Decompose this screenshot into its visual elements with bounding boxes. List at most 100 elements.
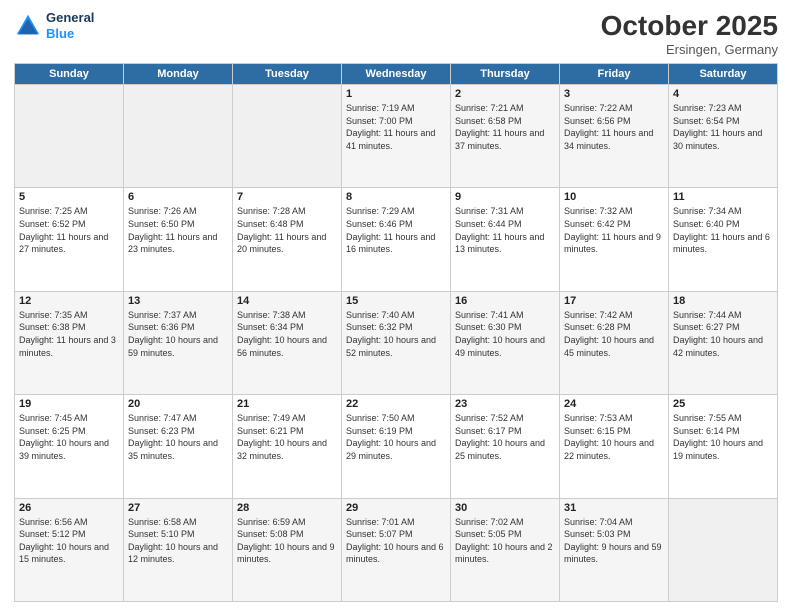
day-number: 20 xyxy=(128,398,228,410)
cell-info: Sunrise: 7:53 AM Sunset: 6:15 PM Dayligh… xyxy=(564,412,664,462)
day-number: 23 xyxy=(455,398,555,410)
day-number: 21 xyxy=(237,398,337,410)
title-block: October 2025 Ersingen, Germany xyxy=(601,10,778,57)
day-number: 31 xyxy=(564,502,664,514)
cell-info: Sunrise: 7:55 AM Sunset: 6:14 PM Dayligh… xyxy=(673,412,773,462)
day-number: 24 xyxy=(564,398,664,410)
calendar-cell: 31 Sunrise: 7:04 AM Sunset: 5:03 PM Dayli… xyxy=(560,498,669,601)
cell-info: Sunrise: 7:40 AM Sunset: 6:32 PM Dayligh… xyxy=(346,309,446,359)
cell-info: Sunrise: 7:37 AM Sunset: 6:36 PM Dayligh… xyxy=(128,309,228,359)
calendar-cell: 28 Sunrise: 6:59 AM Sunset: 5:08 PM Dayli… xyxy=(233,498,342,601)
day-number: 28 xyxy=(237,502,337,514)
calendar-cell xyxy=(15,85,124,188)
week-row-5: 26 Sunrise: 6:56 AM Sunset: 5:12 PM Dayli… xyxy=(15,498,778,601)
location-subtitle: Ersingen, Germany xyxy=(601,42,778,57)
cell-info: Sunrise: 6:58 AM Sunset: 5:10 PM Dayligh… xyxy=(128,516,228,566)
calendar-cell: 17Sunrise: 7:42 AM Sunset: 6:28 PM Dayli… xyxy=(560,291,669,394)
day-number: 6 xyxy=(128,191,228,203)
cell-info: Sunrise: 7:34 AM Sunset: 6:40 PM Dayligh… xyxy=(673,205,773,255)
calendar-table: SundayMondayTuesdayWednesdayThursdayFrid… xyxy=(14,63,778,602)
day-number: 22 xyxy=(346,398,446,410)
weekday-header-friday: Friday xyxy=(560,64,669,85)
day-number: 12 xyxy=(19,295,119,307)
logo-text: General Blue xyxy=(46,10,94,41)
cell-info: Sunrise: 6:56 AM Sunset: 5:12 PM Dayligh… xyxy=(19,516,119,566)
calendar-cell: 22 Sunrise: 7:50 AM Sunset: 6:19 PM Dayli… xyxy=(342,395,451,498)
day-number: 27 xyxy=(128,502,228,514)
week-row-1: 1 Sunrise: 7:19 AM Sunset: 7:00 PM Daylig… xyxy=(15,85,778,188)
calendar-cell: 20 Sunrise: 7:47 AM Sunset: 6:23 PM Dayli… xyxy=(124,395,233,498)
cell-info: Sunrise: 7:29 AM Sunset: 6:46 PM Dayligh… xyxy=(346,205,446,255)
month-title: October 2025 xyxy=(601,10,778,42)
calendar-cell: 16Sunrise: 7:41 AM Sunset: 6:30 PM Dayli… xyxy=(451,291,560,394)
cell-info: Sunrise: 7:41 AM Sunset: 6:30 PM Dayligh… xyxy=(455,309,555,359)
calendar-cell: 3 Sunrise: 7:22 AM Sunset: 6:56 PM Daylig… xyxy=(560,85,669,188)
cell-info: Sunrise: 7:28 AM Sunset: 6:48 PM Dayligh… xyxy=(237,205,337,255)
calendar-cell: 19 Sunrise: 7:45 AM Sunset: 6:25 PM Dayli… xyxy=(15,395,124,498)
calendar-cell xyxy=(669,498,778,601)
weekday-header-sunday: Sunday xyxy=(15,64,124,85)
header: General Blue October 2025 Ersingen, Germ… xyxy=(14,10,778,57)
logo: General Blue xyxy=(14,10,94,41)
calendar-cell: 5 Sunrise: 7:25 AM Sunset: 6:52 PM Daylig… xyxy=(15,188,124,291)
cell-info: Sunrise: 7:52 AM Sunset: 6:17 PM Dayligh… xyxy=(455,412,555,462)
cell-info: Sunrise: 7:01 AM Sunset: 5:07 PM Dayligh… xyxy=(346,516,446,566)
day-number: 11 xyxy=(673,191,773,203)
calendar-cell: 10 Sunrise: 7:32 AM Sunset: 6:42 PM Dayli… xyxy=(560,188,669,291)
calendar-cell: 21Sunrise: 7:49 AM Sunset: 6:21 PM Dayli… xyxy=(233,395,342,498)
weekday-header-thursday: Thursday xyxy=(451,64,560,85)
calendar-cell: 27 Sunrise: 6:58 AM Sunset: 5:10 PM Dayli… xyxy=(124,498,233,601)
day-number: 2 xyxy=(455,88,555,100)
cell-info: Sunrise: 7:04 AM Sunset: 5:03 PM Dayligh… xyxy=(564,516,664,566)
day-number: 13 xyxy=(128,295,228,307)
day-number: 19 xyxy=(19,398,119,410)
cell-info: Sunrise: 7:26 AM Sunset: 6:50 PM Dayligh… xyxy=(128,205,228,255)
weekday-header-monday: Monday xyxy=(124,64,233,85)
day-number: 4 xyxy=(673,88,773,100)
day-number: 7 xyxy=(237,191,337,203)
cell-info: Sunrise: 6:59 AM Sunset: 5:08 PM Dayligh… xyxy=(237,516,337,566)
page: General Blue October 2025 Ersingen, Germ… xyxy=(0,0,792,612)
cell-info: Sunrise: 7:50 AM Sunset: 6:19 PM Dayligh… xyxy=(346,412,446,462)
cell-info: Sunrise: 7:19 AM Sunset: 7:00 PM Dayligh… xyxy=(346,102,446,152)
weekday-header-saturday: Saturday xyxy=(669,64,778,85)
cell-info: Sunrise: 7:42 AM Sunset: 6:28 PM Dayligh… xyxy=(564,309,664,359)
cell-info: Sunrise: 7:22 AM Sunset: 6:56 PM Dayligh… xyxy=(564,102,664,152)
cell-info: Sunrise: 7:21 AM Sunset: 6:58 PM Dayligh… xyxy=(455,102,555,152)
cell-info: Sunrise: 7:25 AM Sunset: 6:52 PM Dayligh… xyxy=(19,205,119,255)
logo-icon xyxy=(14,12,42,40)
weekday-header-tuesday: Tuesday xyxy=(233,64,342,85)
day-number: 29 xyxy=(346,502,446,514)
cell-info: Sunrise: 7:31 AM Sunset: 6:44 PM Dayligh… xyxy=(455,205,555,255)
calendar-cell: 18 Sunrise: 7:44 AM Sunset: 6:27 PM Dayli… xyxy=(669,291,778,394)
calendar-cell: 11 Sunrise: 7:34 AM Sunset: 6:40 PM Dayli… xyxy=(669,188,778,291)
calendar-cell: 6 Sunrise: 7:26 AM Sunset: 6:50 PM Daylig… xyxy=(124,188,233,291)
calendar-cell: 15 Sunrise: 7:40 AM Sunset: 6:32 PM Dayli… xyxy=(342,291,451,394)
cell-info: Sunrise: 7:32 AM Sunset: 6:42 PM Dayligh… xyxy=(564,205,664,255)
day-number: 8 xyxy=(346,191,446,203)
calendar-cell: 12 Sunrise: 7:35 AM Sunset: 6:38 PM Dayli… xyxy=(15,291,124,394)
calendar-cell: 14Sunrise: 7:38 AM Sunset: 6:34 PM Dayli… xyxy=(233,291,342,394)
calendar-cell: 26 Sunrise: 6:56 AM Sunset: 5:12 PM Dayli… xyxy=(15,498,124,601)
day-number: 10 xyxy=(564,191,664,203)
cell-info: Sunrise: 7:44 AM Sunset: 6:27 PM Dayligh… xyxy=(673,309,773,359)
day-number: 3 xyxy=(564,88,664,100)
calendar-cell: 2 Sunrise: 7:21 AM Sunset: 6:58 PM Daylig… xyxy=(451,85,560,188)
calendar-cell: 7 Sunrise: 7:28 AM Sunset: 6:48 PM Daylig… xyxy=(233,188,342,291)
calendar-cell xyxy=(233,85,342,188)
calendar-cell: 30Sunrise: 7:02 AM Sunset: 5:05 PM Dayli… xyxy=(451,498,560,601)
day-number: 15 xyxy=(346,295,446,307)
day-number: 1 xyxy=(346,88,446,100)
cell-info: Sunrise: 7:02 AM Sunset: 5:05 PM Dayligh… xyxy=(455,516,555,566)
day-number: 18 xyxy=(673,295,773,307)
cell-info: Sunrise: 7:35 AM Sunset: 6:38 PM Dayligh… xyxy=(19,309,119,359)
calendar-cell: 13 Sunrise: 7:37 AM Sunset: 6:36 PM Dayli… xyxy=(124,291,233,394)
cell-info: Sunrise: 7:47 AM Sunset: 6:23 PM Dayligh… xyxy=(128,412,228,462)
day-number: 9 xyxy=(455,191,555,203)
calendar-cell: 8 Sunrise: 7:29 AM Sunset: 6:46 PM Daylig… xyxy=(342,188,451,291)
day-number: 5 xyxy=(19,191,119,203)
cell-info: Sunrise: 7:23 AM Sunset: 6:54 PM Dayligh… xyxy=(673,102,773,152)
cell-info: Sunrise: 7:45 AM Sunset: 6:25 PM Dayligh… xyxy=(19,412,119,462)
day-number: 26 xyxy=(19,502,119,514)
weekday-header-wednesday: Wednesday xyxy=(342,64,451,85)
